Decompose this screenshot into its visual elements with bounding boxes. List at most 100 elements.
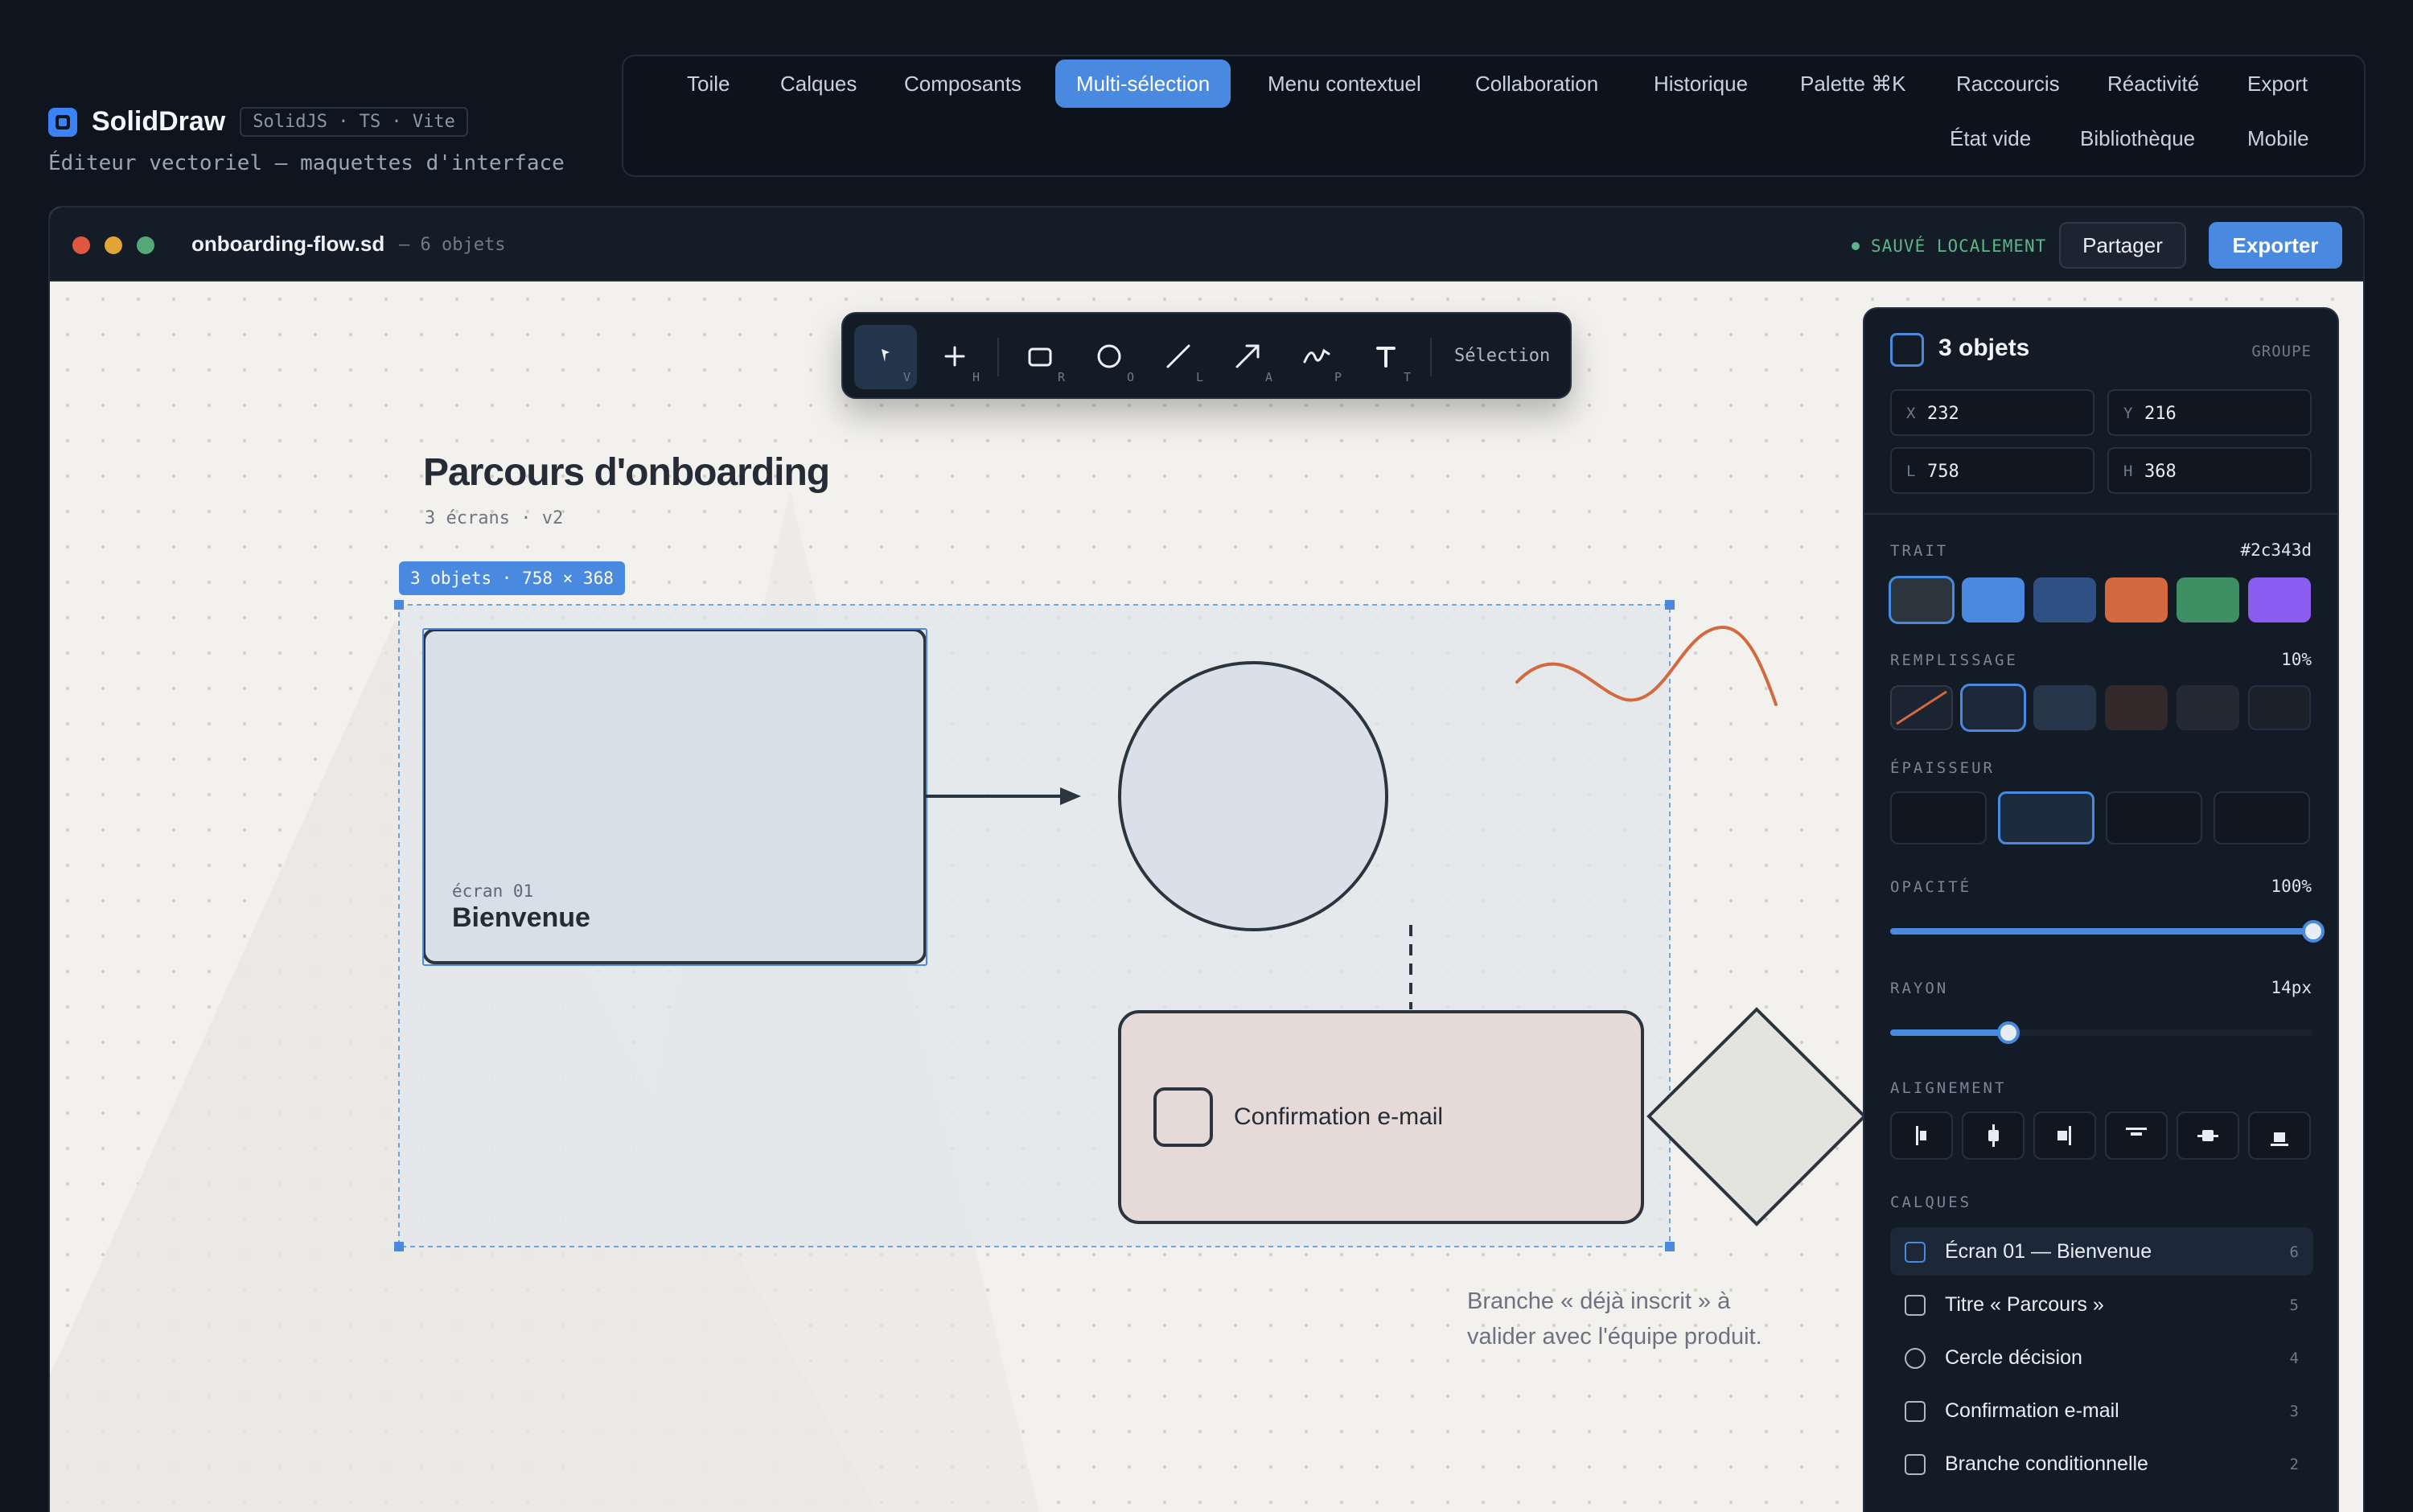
nav-item-11[interactable]: État vide xyxy=(1929,114,2052,162)
stroke-swatch-4[interactable] xyxy=(2177,577,2239,622)
minimize-window-dot[interactable] xyxy=(105,236,122,254)
tool-ellipse[interactable]: O xyxy=(1078,325,1141,389)
nav-item-6[interactable]: Historique xyxy=(1633,60,1769,108)
height-field-label: H xyxy=(2123,462,2133,480)
thickness-medium[interactable] xyxy=(1998,791,2094,844)
radius-slider-fill xyxy=(1890,1029,2009,1036)
nav-item-10[interactable]: Export xyxy=(2226,60,2329,108)
no-fill-icon xyxy=(1896,690,1947,725)
fill-swatch-none[interactable] xyxy=(1890,685,1953,730)
tool-arrow[interactable]: A xyxy=(1216,325,1279,389)
align-center-h-icon xyxy=(1988,1124,1999,1147)
align-right-icon xyxy=(2057,1126,2071,1145)
y-field-label: Y xyxy=(2123,405,2133,422)
thickness-thin[interactable] xyxy=(1890,791,1987,844)
selection-size-badge: 3 objets · 758 × 368 xyxy=(399,561,625,595)
rectangle-layer-icon xyxy=(1905,1295,1926,1316)
conditional-diamond[interactable] xyxy=(1646,1007,1867,1226)
active-tool-label: Sélection xyxy=(1454,346,1551,366)
layer-row[interactable]: Branche conditionnelle 2 xyxy=(1890,1440,2313,1488)
thickness-heavy[interactable] xyxy=(2214,791,2310,844)
email-card-title: Confirmation e-mail xyxy=(1234,1103,1444,1130)
align-top-icon xyxy=(2126,1128,2147,1136)
layer-row[interactable]: Écran 01 — Bienvenue 6 xyxy=(1890,1227,2313,1276)
canvas-title[interactable]: Parcours d'onboarding xyxy=(423,450,830,495)
fill-value: 10% xyxy=(2281,650,2312,669)
save-status-label: SAUVÉ LOCALEMENT xyxy=(1871,236,2047,256)
tool-select[interactable]: V xyxy=(854,325,917,389)
selection-handle-bl[interactable] xyxy=(394,1242,404,1251)
align-top-button[interactable] xyxy=(2105,1111,2168,1160)
stroke-swatch-3[interactable] xyxy=(2105,577,2168,622)
selection-handle-tl[interactable] xyxy=(394,600,404,610)
line-icon xyxy=(1166,344,1190,368)
layer-name: Cercle décision xyxy=(1945,1346,2082,1369)
opacity-slider-thumb[interactable] xyxy=(2302,920,2325,943)
nav-item-7[interactable]: Palette ⌘K xyxy=(1779,60,1927,108)
nav-item-9[interactable]: Réactivité xyxy=(2086,60,2220,108)
width-field-value: 758 xyxy=(1927,462,1959,482)
brand-subtitle: Éditeur vectoriel — maquettes d'interfac… xyxy=(48,151,565,175)
layer-row[interactable]: Cercle décision 4 xyxy=(1890,1333,2313,1382)
nav-item-0[interactable]: Toile xyxy=(666,60,750,108)
nav-item-3[interactable]: Multi-sélection xyxy=(1055,60,1231,108)
share-button[interactable]: Partager xyxy=(2059,222,2186,269)
save-status: SAUVÉ LOCALEMENT xyxy=(1852,236,2046,256)
tool-line[interactable]: L xyxy=(1147,325,1210,389)
canvas-subtitle[interactable]: 3 écrans · v2 xyxy=(425,508,563,528)
stroke-swatch-1[interactable] xyxy=(1962,577,2025,622)
tool-arrow-key: A xyxy=(1264,370,1272,384)
nav-item-12[interactable]: Bibliothèque xyxy=(2059,114,2216,162)
screen-card-title: Bienvenue xyxy=(452,902,590,933)
nav-item-8[interactable]: Raccourcis xyxy=(1935,60,2081,108)
nav-item-2[interactable]: Composants xyxy=(883,60,1042,108)
align-bottom-button[interactable] xyxy=(2248,1111,2311,1160)
layer-row[interactable]: Confirmation e-mail 3 xyxy=(1890,1387,2313,1435)
align-left-button[interactable] xyxy=(1890,1111,1953,1160)
opacity-slider-track[interactable] xyxy=(1890,920,2325,943)
fill-swatch-dark[interactable] xyxy=(2248,685,2311,730)
align-center-h-button[interactable] xyxy=(1962,1111,2025,1160)
layer-name: Écran 01 — Bienvenue xyxy=(1945,1240,2152,1263)
stroke-swatch-0[interactable] xyxy=(1889,576,1955,624)
fill-swatch-slate[interactable] xyxy=(2033,685,2096,730)
tool-pen[interactable]: P xyxy=(1285,325,1348,389)
decision-circle[interactable] xyxy=(1118,661,1388,931)
x-field[interactable]: X 232 xyxy=(1890,389,2094,436)
y-field-value: 216 xyxy=(2144,404,2177,424)
nav-item-1[interactable]: Calques xyxy=(759,60,878,108)
nav-item-5[interactable]: Collaboration xyxy=(1454,60,1619,108)
title-bar: onboarding-flow.sd – 6 objets SAUVÉ LOCA… xyxy=(50,207,2363,281)
stroke-swatch-2[interactable] xyxy=(2033,577,2096,622)
selection-handle-br[interactable] xyxy=(1665,1242,1675,1251)
nav-item-13[interactable]: Mobile xyxy=(2226,114,2330,162)
hand-plus-icon xyxy=(944,346,965,367)
tool-hand[interactable]: H xyxy=(923,325,986,389)
close-window-dot[interactable] xyxy=(72,236,90,254)
layer-index: 2 xyxy=(2289,1456,2299,1473)
align-right-button[interactable] xyxy=(2033,1111,2096,1160)
layer-row[interactable]: Titre « Parcours » 5 xyxy=(1890,1280,2313,1329)
layers-label: CALQUES xyxy=(1890,1194,1972,1211)
fill-swatch-brown[interactable] xyxy=(2105,685,2168,730)
width-field[interactable]: L 758 xyxy=(1890,447,2094,494)
maximize-window-dot[interactable] xyxy=(137,236,154,254)
tool-rectangle[interactable]: R xyxy=(1009,325,1071,389)
tool-text[interactable]: T xyxy=(1354,325,1417,389)
fill-swatch-navy[interactable] xyxy=(1960,684,2026,732)
rectangle-layer-icon xyxy=(1905,1242,1926,1263)
stroke-swatch-5[interactable] xyxy=(2248,577,2311,622)
export-button[interactable]: Exporter xyxy=(2209,222,2342,269)
fill-swatch-graphite[interactable] xyxy=(2177,685,2239,730)
y-field[interactable]: Y 216 xyxy=(2107,389,2312,436)
height-field[interactable]: H 368 xyxy=(2107,447,2312,494)
thickness-thick[interactable] xyxy=(2106,791,2202,844)
align-middle-v-button[interactable] xyxy=(2177,1111,2239,1160)
selection-handle-tr[interactable] xyxy=(1665,600,1675,610)
tool-rectangle-key: R xyxy=(1057,370,1065,384)
nav-item-4[interactable]: Menu contextuel xyxy=(1247,60,1442,108)
tool-select-key: V xyxy=(902,370,911,384)
canvas-annotation[interactable]: Branche « déjà inscrit » à valider avec … xyxy=(1467,1284,1805,1354)
radius-slider-thumb[interactable] xyxy=(1997,1021,2020,1044)
radius-slider-track[interactable] xyxy=(1890,1021,2313,1044)
